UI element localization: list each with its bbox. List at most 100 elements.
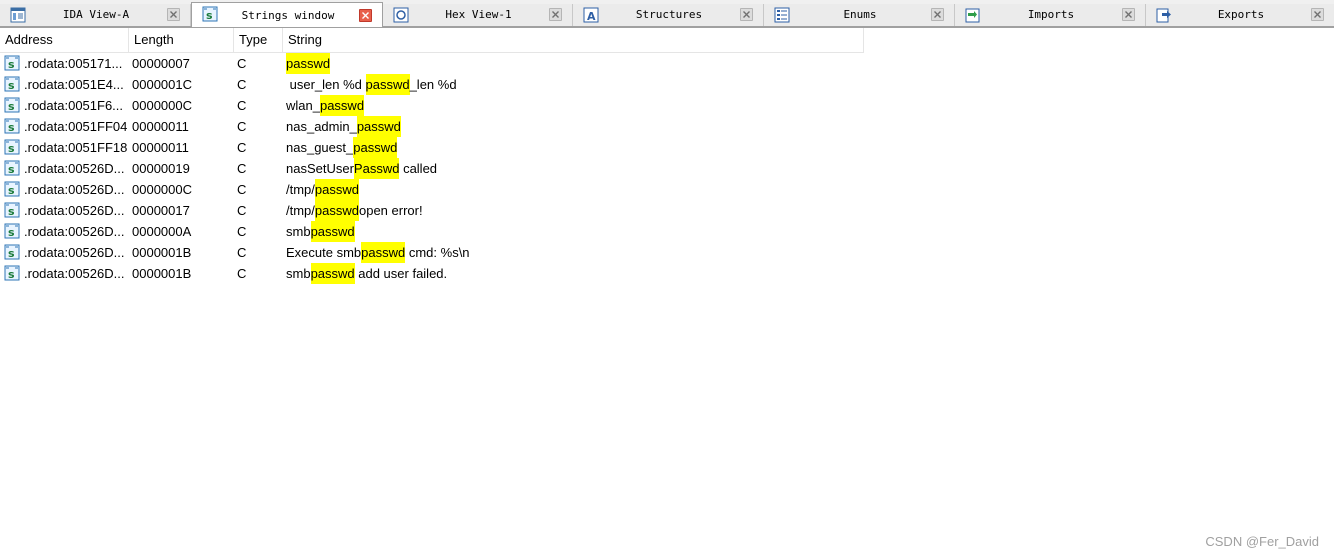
svg-text:s: s	[8, 58, 15, 71]
column-header-address[interactable]: Address	[0, 28, 129, 52]
cell-type: C	[237, 224, 247, 239]
table-row[interactable]: s .rodata:0051E4... 0000001C C user_len %d …	[0, 74, 864, 95]
close-icon[interactable]	[549, 8, 562, 21]
table-row[interactable]: s .rodata:0051FF18 00000011 Cnas_guest_pass…	[0, 137, 864, 158]
svg-text:s: s	[8, 100, 15, 113]
svg-text:A: A	[587, 10, 596, 23]
search-highlight: passwd	[319, 95, 365, 116]
tab-structures[interactable]: A Structures	[573, 4, 764, 26]
tab-label: Enums	[843, 8, 877, 21]
string-prefix: /tmp/	[286, 203, 315, 218]
string-item-icon: s	[4, 97, 20, 113]
cell-string: /tmp/passwdopen error!	[286, 200, 856, 221]
cell-length: 0000001C	[132, 77, 192, 92]
search-highlight: passwd	[314, 179, 359, 200]
cell-string: smbpasswd add user failed.	[286, 263, 856, 284]
cell-string: nasSetUserPasswd called	[286, 158, 856, 179]
string-suffix: cmd: %s\n	[405, 245, 470, 260]
table-row[interactable]: s .rodata:00526D... 0000001B Csmbpasswd add…	[0, 263, 864, 284]
exports-icon	[1156, 8, 1171, 23]
tab-ida-view-a[interactable]: IDA View-A	[0, 4, 191, 26]
cell-length: 00000017	[132, 203, 190, 218]
search-highlight: passwd	[286, 53, 331, 74]
tab-label: Exports	[1217, 8, 1265, 21]
cell-address: .rodata:00526D...	[24, 161, 125, 176]
cell-length: 00000011	[132, 119, 189, 134]
tab-label: Structures	[635, 8, 703, 21]
string-suffix: open error!	[358, 203, 423, 218]
svg-text:s: s	[8, 247, 15, 260]
column-header-string[interactable]: String	[283, 28, 864, 52]
table-row[interactable]: s .rodata:0051F6... 0000000C Cwlan_passwd	[0, 95, 864, 116]
search-highlight: passwd	[310, 263, 355, 284]
string-item-icon: s	[4, 118, 20, 134]
cell-length: 0000001B	[132, 245, 192, 260]
cell-type: C	[237, 119, 247, 134]
cell-type: C	[237, 98, 247, 113]
cell-string: passwd	[286, 53, 856, 74]
table-row[interactable]: s .rodata:00526D... 0000001B C Execute smbpa…	[0, 242, 864, 263]
search-highlight: passwd	[353, 137, 398, 158]
cell-type: C	[237, 266, 247, 281]
tab-hex-view-1[interactable]: Hex View-1	[383, 4, 573, 26]
cell-address: .rodata:00526D...	[24, 182, 125, 197]
cell-string: smbpasswd	[286, 221, 856, 242]
search-highlight: passwd	[365, 74, 410, 95]
watermark: CSDN @Fer_David	[1205, 534, 1319, 549]
close-icon[interactable]	[167, 8, 180, 21]
cell-string: nas_guest_passwd	[286, 137, 856, 158]
tab-label: Hex View-1	[445, 8, 512, 21]
search-highlight: passwd	[361, 242, 406, 263]
string-item-icon: s	[4, 55, 20, 71]
close-icon[interactable]	[1311, 8, 1324, 21]
cell-length: 00000011	[132, 140, 189, 155]
string-prefix: nas_admin_	[286, 119, 357, 134]
structures-icon: A	[583, 7, 599, 23]
tab-strings-window[interactable]: s Strings window	[191, 2, 383, 27]
table-row[interactable]: s .rodata:00526D... 0000000A Csmbpasswd	[0, 221, 864, 242]
string-prefix: wlan_	[286, 98, 320, 113]
svg-text:s: s	[8, 226, 15, 239]
cell-type: C	[237, 182, 247, 197]
tab-imports[interactable]: Imports	[955, 4, 1146, 26]
string-prefix: nas_guest_	[286, 140, 354, 155]
cell-type: C	[237, 140, 247, 155]
svg-text:s: s	[8, 121, 15, 134]
string-item-icon: s	[4, 76, 20, 92]
cell-address: .rodata:0051FF18	[24, 140, 128, 155]
string-item-icon: s	[4, 244, 20, 260]
close-icon[interactable]	[1122, 8, 1135, 21]
cell-length: 0000000C	[132, 98, 192, 113]
tab-bar: IDA View-A s Strings window Hex View-1 A…	[0, 0, 1334, 28]
table-row[interactable]: s .rodata:0051FF04 00000011 Cnas_admin_pass…	[0, 116, 864, 137]
svg-text:s: s	[8, 268, 15, 281]
table-row[interactable]: s .rodata:00526D... 00000019 CnasSetUserPas…	[0, 158, 864, 179]
table-row[interactable]: s .rodata:00526D... 00000017 C/tmp/passwdop…	[0, 200, 864, 221]
tab-label: Imports	[1027, 8, 1075, 21]
svg-text:s: s	[206, 9, 213, 22]
svg-text:s: s	[8, 142, 15, 155]
close-icon[interactable]	[740, 8, 753, 21]
string-item-icon: s	[4, 223, 20, 239]
column-header-length[interactable]: Length	[129, 28, 234, 52]
svg-text:s: s	[8, 184, 15, 197]
string-suffix: add user failed.	[354, 266, 448, 281]
strings-icon: s	[202, 6, 218, 22]
close-icon[interactable]	[359, 9, 372, 22]
hex-view-icon	[393, 7, 409, 23]
cell-address: .rodata:00526D...	[24, 245, 125, 260]
table-row[interactable]: s .rodata:005171... 00000007 Cpasswd	[0, 53, 864, 74]
string-item-icon: s	[4, 265, 20, 281]
svg-text:s: s	[8, 205, 15, 218]
close-icon[interactable]	[931, 8, 944, 21]
column-header-type[interactable]: Type	[234, 28, 283, 52]
cell-type: C	[237, 203, 247, 218]
cell-type: C	[237, 77, 247, 92]
tab-enums[interactable]: Enums	[764, 4, 955, 26]
cell-length: 0000000C	[132, 182, 192, 197]
tab-exports[interactable]: Exports	[1146, 4, 1334, 26]
table-row[interactable]: s .rodata:00526D... 0000000C C/tmp/passwd	[0, 179, 864, 200]
cell-address: .rodata:005171...	[24, 56, 123, 71]
cell-length: 0000000A	[132, 224, 192, 239]
cell-type: C	[237, 245, 247, 260]
